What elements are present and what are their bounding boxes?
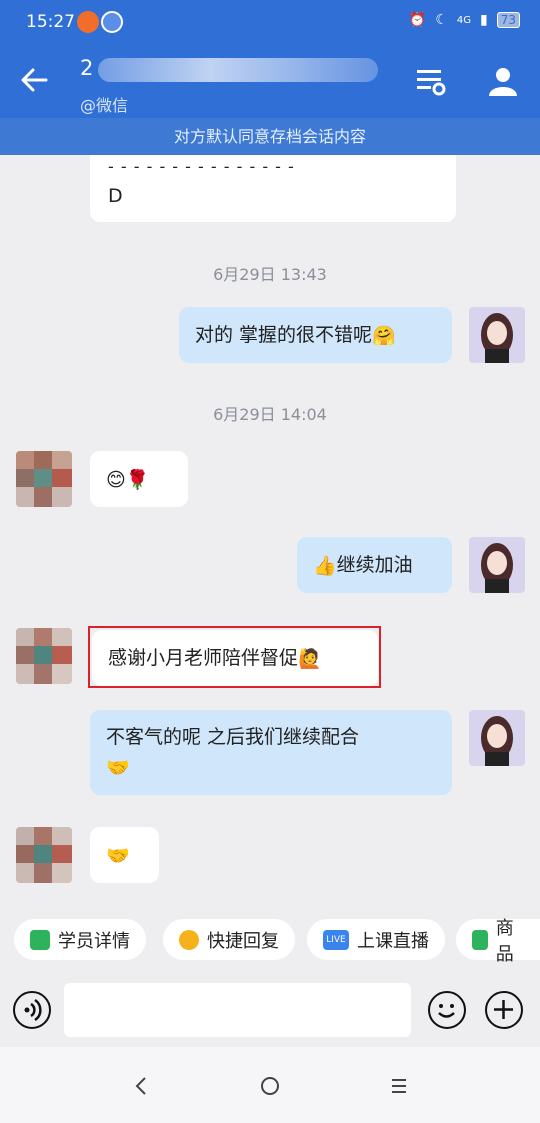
reply-icon	[179, 929, 199, 950]
quick-actions-bar: 学员详情 快捷回复 LIVE 上课直播 商品	[0, 903, 540, 975]
other-avatar[interactable]	[16, 628, 72, 684]
chip-label: 快捷回复	[207, 930, 279, 952]
plus-icon	[494, 1000, 513, 1019]
hug-emoji: 🤗	[372, 324, 396, 347]
message-text: 继续加油	[336, 554, 413, 576]
chip-label: 上课直播	[357, 930, 429, 952]
nav-back-icon[interactable]	[126, 1071, 156, 1101]
dash-line: - - - - - - - - - - - - - - -	[108, 157, 295, 176]
timestamp: 6月29日 14:04	[213, 405, 327, 424]
chip-label: 商品	[495, 917, 514, 965]
status-bar: 15:27 ⏰ ☾ 4G ▮ 73	[0, 0, 540, 44]
smiley-icon	[438, 1004, 455, 1018]
student-icon	[30, 929, 50, 950]
highlight-box	[88, 626, 381, 688]
timestamp: 6月29日 13:43	[213, 265, 327, 284]
moon-icon: ☾	[435, 12, 448, 28]
emoji-button[interactable]	[428, 991, 466, 1029]
browser-notification-icon	[101, 11, 123, 33]
self-avatar[interactable]	[469, 537, 525, 593]
self-message-bubble[interactable]: 对的 掌握的很不错呢🤗	[179, 307, 452, 363]
blurred-name-mask	[98, 58, 378, 82]
fragment-text: D	[108, 185, 123, 207]
thumbs-up-emoji: 👍	[313, 554, 337, 577]
nav-home-icon[interactable]	[255, 1071, 285, 1101]
self-message-bubble[interactable]: 不客气的呢 之后我们继续配合 🤝	[90, 710, 452, 795]
nav-menu-icon[interactable]	[384, 1071, 414, 1101]
back-arrow-icon[interactable]	[18, 64, 50, 96]
handshake-emoji: 🤝	[106, 756, 130, 779]
product-icon	[472, 929, 488, 950]
other-avatar[interactable]	[16, 827, 72, 883]
call-notification-icon	[77, 11, 99, 33]
profile-icon[interactable]	[486, 64, 520, 98]
system-nav-bar	[0, 1047, 540, 1123]
live-class-button[interactable]: LIVE 上课直播	[307, 919, 445, 960]
archive-notice: 对方默认同意存档会话内容	[0, 118, 540, 155]
smile-rose-emoji: 😊🌹	[106, 468, 150, 491]
live-icon: LIVE	[323, 929, 349, 950]
quick-reply-button[interactable]: 快捷回复	[163, 919, 295, 960]
chat-header: 2 @微信	[0, 44, 540, 118]
other-message-bubble[interactable]: 😊🌹	[90, 451, 188, 507]
chat-messages[interactable]: - - - - - - - - - - - - - - - D 6月29日 13…	[0, 155, 540, 903]
self-avatar[interactable]	[469, 710, 525, 766]
message-text: 不客气的呢 之后我们继续配合	[106, 726, 360, 748]
battery-indicator: 73	[496, 12, 520, 28]
signal-icon: ▮	[480, 12, 488, 28]
message-bubble-fragment[interactable]: - - - - - - - - - - - - - - - D	[90, 155, 456, 222]
input-bar	[0, 975, 540, 1047]
status-icons: ⏰ ☾ 4G ▮ 73	[409, 12, 520, 28]
other-message-bubble[interactable]: 🤝	[90, 827, 159, 883]
more-button[interactable]	[485, 991, 523, 1029]
alarm-icon: ⏰	[408, 12, 427, 28]
products-button[interactable]: 商品	[456, 918, 540, 965]
handshake-emoji: 🤝	[106, 844, 130, 867]
message-input[interactable]	[64, 983, 411, 1037]
status-time: 15:27	[26, 12, 75, 32]
student-details-button[interactable]: 学员详情	[14, 919, 146, 960]
contact-source-label: @微信	[80, 96, 129, 115]
self-message-bubble[interactable]: 👍继续加油	[297, 537, 452, 593]
chip-label: 学员详情	[58, 930, 130, 952]
other-avatar[interactable]	[16, 451, 72, 507]
self-avatar[interactable]	[469, 307, 525, 363]
voice-button[interactable]	[13, 991, 51, 1029]
chat-settings-icon[interactable]	[414, 64, 448, 98]
contact-name: 2	[80, 56, 94, 80]
network-label: 4G	[456, 14, 471, 26]
voice-icon	[24, 998, 42, 1022]
message-text: 对的 掌握的很不错呢	[195, 324, 373, 346]
